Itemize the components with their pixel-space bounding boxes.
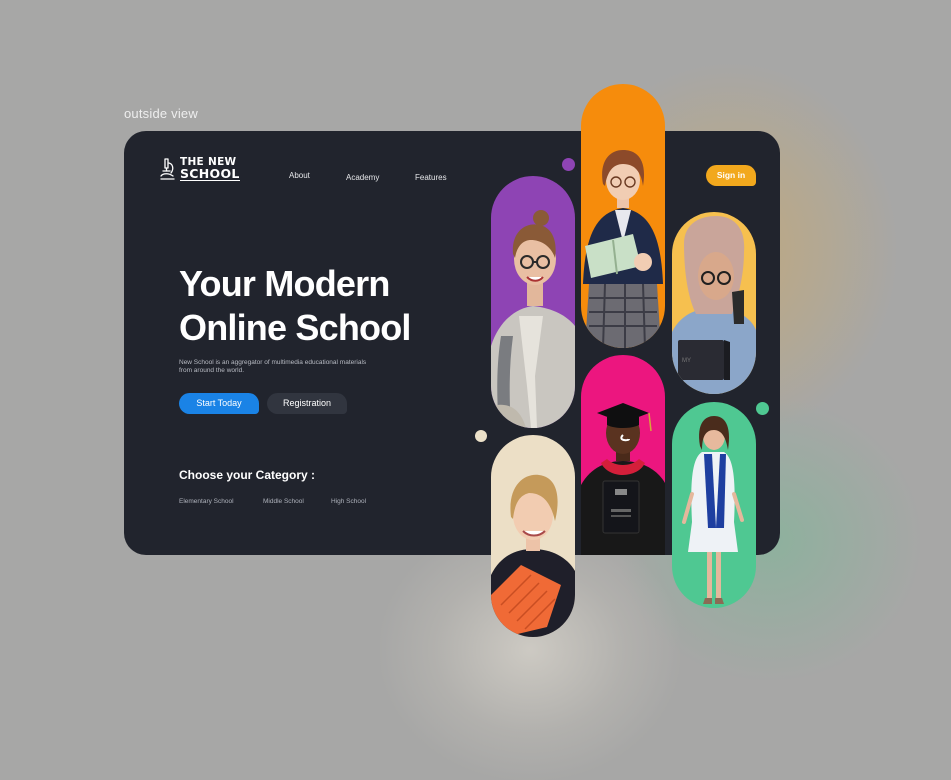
category-heading: Choose your Category : [179, 468, 316, 482]
nav-about[interactable]: About [289, 171, 310, 180]
start-today-button[interactable]: Start Today [179, 393, 259, 414]
green-dot [756, 402, 769, 415]
hero-description: New School is an aggregator of multimedi… [179, 359, 367, 374]
student-photo-green [672, 402, 756, 608]
logo-text: THE NEW SCHOOL [180, 157, 240, 181]
svg-text:MY: MY [682, 358, 691, 364]
student-photo-magenta [581, 355, 665, 555]
student-photo-yellow: MY [672, 212, 756, 394]
hero-title: Your Modern Online School [179, 262, 479, 350]
logo-line-2: SCHOOL [180, 166, 240, 181]
hero-title-line-2: Online School [179, 307, 411, 348]
nav-academy[interactable]: Academy [346, 173, 379, 182]
microscope-icon [160, 158, 175, 180]
logo[interactable]: THE NEW SCHOOL [160, 157, 240, 181]
category-elementary-school[interactable]: Elementary School [179, 498, 234, 505]
category-high-school[interactable]: High School [331, 498, 366, 505]
cream-dot [475, 430, 487, 442]
student-photo-orange [581, 84, 665, 348]
hero-title-line-1: Your Modern [179, 263, 390, 304]
outside-view-label: outside view [124, 106, 198, 121]
purple-dot [562, 158, 575, 171]
student-photo-purple [491, 176, 575, 428]
sign-in-button[interactable]: Sign in [706, 165, 756, 186]
category-middle-school[interactable]: Middle School [263, 498, 304, 505]
registration-button[interactable]: Registration [267, 393, 347, 414]
student-photo-cream [491, 435, 575, 637]
nav-features[interactable]: Features [415, 173, 447, 182]
